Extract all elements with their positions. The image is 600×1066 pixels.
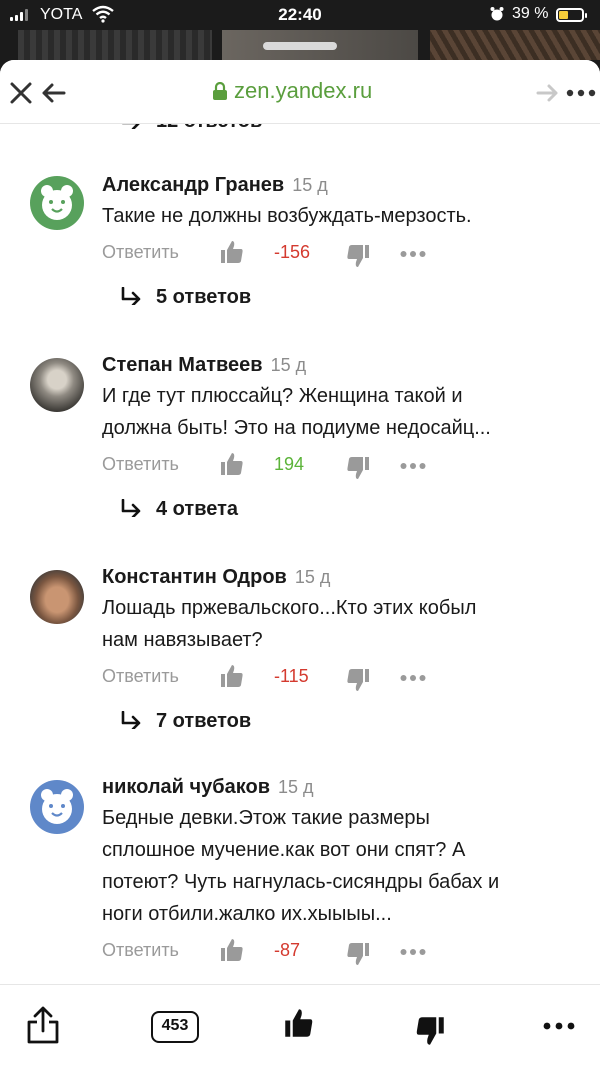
comment-author[interactable]: Александр Гранев 15 д xyxy=(102,174,328,197)
url-bar: zen.yandex.ru xyxy=(0,60,600,124)
status-bar: YOTA 22:40 39 % xyxy=(0,0,600,30)
bear-avatar-icon xyxy=(41,789,73,824)
author-name[interactable]: Александр Гранев xyxy=(102,174,284,196)
replies-link[interactable]: 4 ответа xyxy=(120,498,238,521)
replies-link[interactable]: 7 ответов xyxy=(120,710,251,733)
avatar[interactable] xyxy=(30,570,84,624)
comment-time: 15 д xyxy=(278,777,314,797)
comment-actions: Ответить -156 xyxy=(102,240,562,270)
more-dots-icon[interactable] xyxy=(400,948,426,956)
author-name[interactable]: Константин Одров xyxy=(102,566,287,588)
replies-count: 12 ответов xyxy=(156,124,262,132)
reply-arrow-icon xyxy=(122,124,140,129)
reply-arrow-icon xyxy=(121,711,141,729)
comment-line: потеют? Чуть нагнулась-сисяндры бабах и xyxy=(102,871,500,893)
avatar[interactable] xyxy=(30,358,84,412)
lock-icon xyxy=(213,82,227,100)
comment-text: Лошадь пржевальского...Кто этих кобыл на… xyxy=(102,592,572,656)
comment-time: 15 д xyxy=(294,567,331,587)
comments-feed: 12 ответов Александр Гранев 15 д Такие не… xyxy=(0,124,600,984)
more-dots-icon[interactable] xyxy=(543,1021,575,1031)
comment-text: И где тут плюссайц? Женщина такой и долж… xyxy=(102,380,572,444)
reply-button[interactable]: Ответить xyxy=(102,666,179,687)
comment-text: Бедные девки.Этож такие размеры сплошное… xyxy=(102,802,572,930)
reply-button[interactable]: Ответить xyxy=(102,940,179,961)
comment-score: -115 xyxy=(274,666,309,686)
comment-time: 15 д xyxy=(292,175,328,195)
comment-score: -156 xyxy=(274,242,311,262)
replies-count: 7 ответов xyxy=(156,710,252,732)
comment-line: Такие не должны возбуждать-мерзость. xyxy=(102,205,472,227)
replies-count: 5 ответов xyxy=(156,286,252,308)
comment-text: Такие не должны возбуждать-мерзость. xyxy=(102,200,572,232)
comment-score: 194 xyxy=(274,454,305,474)
close-icon[interactable] xyxy=(8,80,34,106)
author-name[interactable]: николай чубаков xyxy=(102,776,270,798)
reply-arrow-icon xyxy=(121,499,141,517)
comment-line: Лошадь пржевальского...Кто этих кобыл xyxy=(102,597,477,619)
clock-time: 22:40 xyxy=(278,5,322,24)
avatar[interactable] xyxy=(30,780,84,834)
comment-score: -87 xyxy=(274,940,301,960)
more-dots-icon[interactable] xyxy=(400,674,426,682)
dislike-icon[interactable] xyxy=(346,668,370,692)
dislike-icon[interactable] xyxy=(346,942,370,966)
bear-avatar-icon xyxy=(41,185,73,220)
dislike-icon[interactable] xyxy=(346,456,370,480)
more-dots-icon[interactable] xyxy=(400,250,426,258)
avatar[interactable] xyxy=(30,176,84,230)
background-image xyxy=(430,30,600,60)
comment-actions: Ответить -115 xyxy=(102,664,562,694)
comment-author[interactable]: Константин Одров 15 д xyxy=(102,566,330,589)
url-text[interactable]: zen.yandex.ru xyxy=(234,78,372,104)
battery-percent: 39 % xyxy=(512,5,549,22)
like-icon[interactable] xyxy=(220,240,244,264)
back-arrow-icon[interactable] xyxy=(40,80,66,106)
share-icon[interactable] xyxy=(26,1005,60,1045)
comment-author[interactable]: Степан Матвеев 15 д xyxy=(102,354,306,377)
comment-actions: Ответить -87 xyxy=(102,938,562,968)
replies-count: 4 ответа xyxy=(156,498,239,520)
comments-count-button[interactable]: 453 xyxy=(151,1011,199,1043)
dislike-icon[interactable] xyxy=(415,1015,445,1047)
comment-time: 15 д xyxy=(270,355,307,375)
sheet-grabber[interactable] xyxy=(263,42,337,50)
like-icon[interactable] xyxy=(284,1007,314,1039)
more-dots-icon[interactable] xyxy=(400,462,426,470)
battery-level xyxy=(559,11,568,19)
author-name[interactable]: Степан Матвеев xyxy=(102,354,263,376)
battery-icon xyxy=(556,8,587,22)
forward-arrow-icon[interactable] xyxy=(536,82,560,104)
bottom-toolbar: 453 xyxy=(0,984,600,1066)
comment-line: И где тут плюссайц? Женщина такой и xyxy=(102,385,463,407)
comment-line: Бедные девки.Этож такие размеры xyxy=(102,807,430,829)
reply-button[interactable]: Ответить xyxy=(102,454,179,475)
comment-line: нам навязывает? xyxy=(102,629,263,651)
replies-link[interactable]: 12 ответов xyxy=(120,124,262,133)
reply-arrow-icon xyxy=(121,287,141,305)
comment-actions: Ответить 194 xyxy=(102,452,562,482)
like-icon[interactable] xyxy=(220,452,244,476)
browser-sheet: zen.yandex.ru 12 ответов xyxy=(0,60,600,1066)
comment-author[interactable]: николай чубаков 15 д xyxy=(102,776,314,799)
comment-line: должна быть! Это на подиуме недосайц... xyxy=(102,417,491,439)
background-image xyxy=(18,30,212,60)
alarm-icon xyxy=(490,7,504,21)
like-icon[interactable] xyxy=(220,938,244,962)
reply-button[interactable]: Ответить xyxy=(102,242,179,263)
dislike-icon[interactable] xyxy=(346,244,370,268)
replies-link[interactable]: 5 ответов xyxy=(120,286,251,309)
like-icon[interactable] xyxy=(220,664,244,688)
comment-line: ноги отбили.жалко их.хыыыы... xyxy=(102,903,392,925)
more-dots-icon[interactable] xyxy=(566,88,596,98)
comment-line: сплошное мучение.как вот они спят? А xyxy=(102,839,466,861)
